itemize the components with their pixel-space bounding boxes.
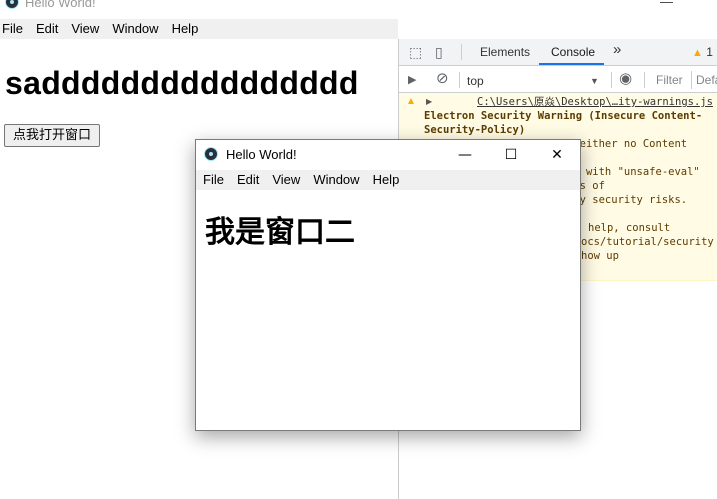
- source-link[interactable]: C:\Users\原焱\Desktop\…ity-warnings.js: [477, 95, 713, 109]
- tabbar-divider: [461, 44, 462, 60]
- maximize-button[interactable]: ☐: [488, 140, 534, 170]
- more-tabs-icon[interactable]: »: [613, 42, 621, 57]
- menu-edit[interactable]: Edit: [36, 19, 58, 39]
- message-line: cy with "unsafe-eval": [567, 166, 700, 178]
- electron-app-icon: [5, 0, 19, 9]
- devtools-tabbar: ⬚ ▯ Elements Console » ▲ 1: [399, 39, 717, 66]
- show-sidebar-icon[interactable]: ▶: [408, 72, 416, 88]
- context-selector[interactable]: top: [467, 73, 607, 89]
- menu-window[interactable]: Window: [112, 19, 158, 39]
- message-line: how up: [581, 250, 619, 262]
- second-window-titlebar[interactable]: Hello World! — ☐ ✕: [196, 140, 580, 170]
- chevron-down-icon[interactable]: ▼: [590, 73, 599, 89]
- warning-count: 1: [706, 45, 713, 59]
- warning-icon: ▲: [406, 96, 416, 107]
- menu-file[interactable]: File: [2, 19, 23, 39]
- message-line: ocs/tutorial/security: [581, 236, 714, 248]
- second-window-title: Hello World!: [226, 147, 297, 162]
- console-toolbar: ▶ ⊘ top ▼ ◉ Filter Defa: [399, 67, 717, 93]
- warning-icon: ▲: [692, 47, 703, 59]
- toolbar-divider: [611, 72, 612, 88]
- second-window-heading: 我是窗口二: [205, 215, 355, 250]
- electron-app-icon: [204, 147, 218, 161]
- open-window-button[interactable]: 点我打开窗口: [4, 124, 100, 147]
- page-heading: sadddddddddddddddd: [5, 65, 359, 101]
- menu-view[interactable]: View: [272, 170, 300, 190]
- message-line: ary security risks.: [567, 194, 688, 206]
- live-expression-eye-icon[interactable]: ◉: [619, 71, 632, 87]
- clear-console-icon[interactable]: ⊘: [436, 71, 449, 87]
- tab-elements[interactable]: Elements: [480, 45, 530, 59]
- message-line: help, consult: [588, 222, 671, 234]
- main-window-title: Hello World!: [25, 0, 96, 10]
- toolbar-divider: [459, 72, 460, 88]
- main-menubar: File Edit View Window Help: [0, 19, 398, 39]
- main-titlebar: Hello World! —: [0, 0, 717, 17]
- tab-console[interactable]: Console: [551, 45, 595, 59]
- toolbar-divider: [644, 72, 645, 88]
- second-window: Hello World! — ☐ ✕ File Edit View Window…: [195, 139, 581, 431]
- message-line: s either no Content: [567, 138, 688, 150]
- menu-edit[interactable]: Edit: [237, 170, 259, 190]
- menu-help[interactable]: Help: [373, 170, 400, 190]
- message-line: Security-Policy): [424, 124, 526, 136]
- inspect-element-icon[interactable]: ⬚: [409, 44, 422, 60]
- minimize-button[interactable]: —: [442, 140, 488, 170]
- warnings-counter[interactable]: ▲ 1: [692, 45, 713, 60]
- log-levels-dropdown[interactable]: Defa: [696, 71, 717, 89]
- minimize-button[interactable]: —: [660, 0, 673, 9]
- menu-help[interactable]: Help: [172, 19, 199, 39]
- second-window-menubar: File Edit View Window Help: [196, 170, 580, 190]
- menu-view[interactable]: View: [71, 19, 99, 39]
- menu-file[interactable]: File: [203, 170, 224, 190]
- expand-caret-icon[interactable]: ▶: [426, 95, 432, 109]
- active-tab-indicator: [539, 63, 604, 65]
- device-toolbar-icon[interactable]: ▯: [435, 44, 443, 60]
- message-line: Electron Security Warning (Insecure Cont…: [424, 110, 703, 122]
- console-filter-input[interactable]: Filter: [650, 71, 692, 89]
- menu-window[interactable]: Window: [313, 170, 359, 190]
- close-button[interactable]: ✕: [534, 140, 580, 170]
